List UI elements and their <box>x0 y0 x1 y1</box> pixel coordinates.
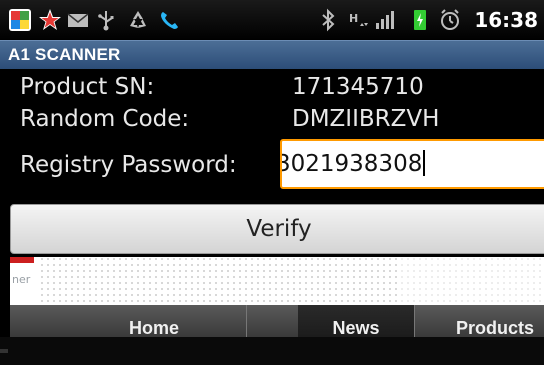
app-screen: H 16:38 A1 SCANNER Product SN: 171345710… <box>0 0 544 365</box>
nav-tab-news[interactable]: News <box>298 305 414 337</box>
bluetooth-icon[interactable] <box>316 8 340 32</box>
random-code-value: DMZIIBRZVH <box>292 106 440 132</box>
nav-tab-home[interactable]: Home <box>10 305 298 337</box>
app-title-bar: A1 SCANNER <box>0 40 544 69</box>
registry-password-value: 3021938308 <box>280 150 426 178</box>
web-banner: ner <box>10 257 544 305</box>
usb-icon[interactable] <box>94 8 118 32</box>
recycle-icon[interactable] <box>126 8 150 32</box>
data-icon: H <box>349 12 368 26</box>
nav-divider <box>246 305 247 337</box>
app-title: A1 SCANNER <box>8 45 121 64</box>
star-icon[interactable] <box>38 8 62 32</box>
web-nav-bar: Home News Products <box>10 305 544 337</box>
app-icon[interactable] <box>8 8 32 32</box>
nav-tab-products[interactable]: Products <box>414 305 544 337</box>
banner-red-stripe <box>10 257 34 263</box>
random-code-label: Random Code: <box>20 106 190 132</box>
registry-password-text: 3021938308 <box>280 151 423 177</box>
nav-divider <box>414 305 415 337</box>
verify-button[interactable]: Verify <box>10 204 544 254</box>
banner-text: ner <box>12 273 31 286</box>
registry-password-label: Registry Password: <box>20 152 237 178</box>
product-sn-value: 171345710 <box>292 74 424 100</box>
status-bar: H 16:38 <box>0 0 544 40</box>
status-time: 16:38 <box>474 8 538 32</box>
battery-icon <box>414 10 426 30</box>
mail-icon[interactable] <box>66 8 90 32</box>
svg-text:H: H <box>349 12 358 25</box>
alarm-icon[interactable] <box>438 8 462 32</box>
signal-icon <box>376 11 394 29</box>
banner-dot-pattern <box>40 257 544 305</box>
registry-password-input[interactable]: 3021938308 <box>280 139 544 189</box>
product-sn-label: Product SN: <box>20 74 155 100</box>
web-content-area <box>0 337 544 365</box>
content-marker <box>0 349 8 353</box>
phone-icon[interactable] <box>158 8 182 32</box>
text-cursor <box>423 150 426 176</box>
